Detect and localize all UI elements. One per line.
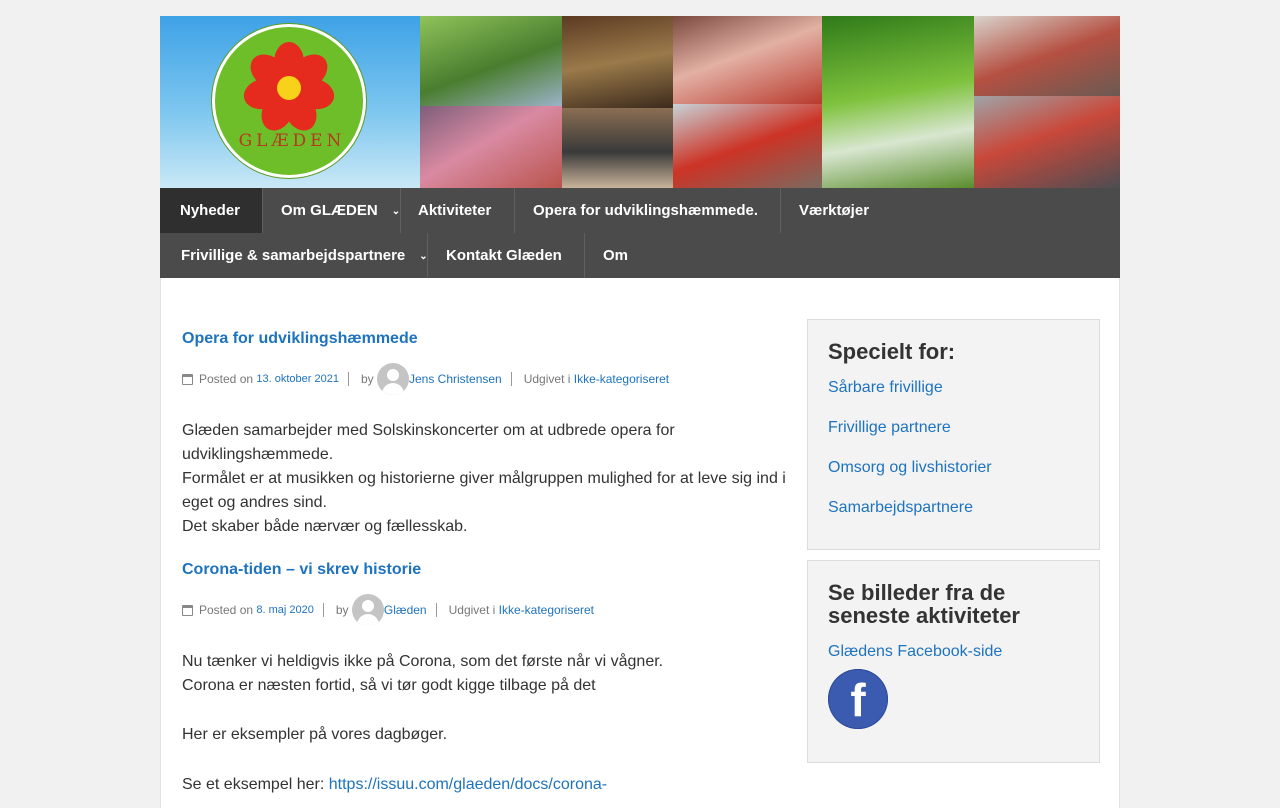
calendar-icon (182, 604, 193, 616)
post-paragraph: Corona er næsten fortid, så vi tør godt … (182, 677, 596, 694)
facebook-page-link[interactable]: Glædens Facebook-side (828, 643, 1079, 661)
post-paragraph: Nu tænker vi heldigvis ikke på Corona, s… (182, 653, 664, 670)
post-date-link[interactable]: 13. oktober 2021 (256, 373, 339, 385)
sidebar-link[interactable]: Samarbejdspartnere (828, 499, 1079, 523)
post-title[interactable]: Opera for udviklingshæmmede (182, 330, 792, 348)
meta-divider (510, 372, 512, 386)
post-text: Se et eksempel her: (182, 776, 329, 793)
page-wrapper: GLÆDEN Nyheder Om GLÆDEN ⌄ Aktiviteter Op… (160, 16, 1120, 278)
sidebar-widget-specielt: Specielt for: Sårbare frivillige Frivill… (807, 319, 1100, 550)
by-label: by (335, 603, 349, 617)
post-date-link[interactable]: 8. maj 2020 (256, 604, 313, 616)
post-body: Glæden samarbejder med Solskinskoncerter… (182, 419, 792, 539)
meta-divider (347, 372, 349, 386)
by-label: by (360, 372, 374, 386)
post-paragraph: Formålet er at musikken og historierne g… (182, 470, 786, 511)
calendar-icon (182, 373, 193, 385)
posted-on-label: Posted on (199, 603, 254, 617)
widget-title: Se billeder fra de seneste aktiviteter (828, 580, 1020, 628)
issuu-link[interactable]: https://issuu.com/glaeden/docs/corona- (329, 776, 607, 793)
sidebar-link[interactable]: Frivillige partnere (828, 419, 1079, 459)
nav-item-opera[interactable]: Opera for udviklingshæmmede. (513, 188, 778, 233)
photo-gathering (974, 16, 1120, 96)
author-avatar[interactable] (351, 594, 384, 626)
nav-label: Om (603, 247, 629, 264)
sidebar-widget-facebook: Se billeder fra de seneste aktiviteter G… (807, 560, 1100, 763)
flower-icon (243, 42, 335, 131)
facebook-glyph: f (850, 674, 866, 726)
post-article: Corona-tiden – vi skrev historie Posted … (182, 561, 792, 797)
category-link[interactable]: Ikke-kategoriseret (499, 603, 594, 617)
nav-item-om-glaeden[interactable]: Om GLÆDEN ⌄ (261, 188, 420, 233)
post-paragraph: Se et eksempel her: https://issuu.com/gl… (182, 773, 792, 797)
header-banner: GLÆDEN (160, 16, 1120, 188)
logo-text: GLÆDEN (238, 131, 346, 151)
post-paragraph: Glæden samarbejder med Solskinskoncerter… (182, 422, 675, 463)
sidebar-link[interactable]: Omsorg og livshistorier (828, 459, 1079, 499)
author-avatar[interactable] (377, 363, 409, 395)
posted-on-label: Posted on (199, 372, 254, 386)
nav-label: Frivillige & samarbejdspartnere (181, 247, 406, 264)
post-paragraph: Her er eksempler på vores dagbøger. (182, 726, 448, 743)
author-link[interactable]: Glæden (384, 603, 427, 617)
post-title[interactable]: Corona-tiden – vi skrev historie (182, 561, 792, 579)
photo-collage (420, 16, 1120, 188)
facebook-icon[interactable]: f (828, 669, 888, 729)
nav-item-nyheder[interactable]: Nyheder (160, 188, 262, 233)
widget-link-list: Sårbare frivillige Frivillige partnere O… (828, 379, 1079, 523)
post-meta: Posted on 8. maj 2020 by Glæden Udgivet … (182, 594, 792, 626)
nav-label: Værktøjer (799, 202, 870, 219)
nav-label: Kontakt Glæden (446, 247, 562, 264)
photo-picnic (822, 16, 974, 188)
nav-item-kontakt[interactable]: Kontakt Glæden (426, 233, 582, 278)
widget-title: Specielt for: (828, 339, 956, 364)
nav-label: Nyheder (180, 202, 241, 219)
post-meta: Posted on 13. oktober 2021 by Jens Chris… (182, 363, 792, 395)
photo-meeting (974, 96, 1120, 188)
logo[interactable]: GLÆDEN (212, 24, 366, 178)
post-body: Nu tænker vi heldigvis ikke på Corona, s… (182, 650, 792, 797)
nav-item-aktiviteter[interactable]: Aktiviteter (398, 188, 511, 233)
meta-divider (435, 603, 437, 617)
meta-divider (322, 603, 324, 617)
nav-label: Om GLÆDEN (281, 202, 378, 219)
nav-label: Aktiviteter (418, 202, 492, 219)
photo-reading (673, 16, 822, 104)
nav-label: Opera for udviklingshæmmede. (533, 202, 759, 219)
post-article: Opera for udviklingshæmmede Posted on 13… (182, 330, 792, 539)
sidebar-link[interactable]: Sårbare frivillige (828, 379, 1079, 419)
photo-group-outdoors (420, 106, 562, 188)
category-label: Udgivet i (523, 372, 571, 386)
nav-item-frivillige[interactable]: Frivillige & samarbejdspartnere ⌄ (161, 233, 448, 278)
photo-speaker (562, 108, 673, 188)
nav-item-vaerktojer[interactable]: Værktøjer (779, 188, 889, 233)
main-navigation: Nyheder Om GLÆDEN ⌄ Aktiviteter Opera for… (160, 188, 1120, 278)
photo-christmas (673, 104, 822, 188)
photo-paintings (562, 16, 673, 108)
nav-item-om[interactable]: Om (583, 233, 648, 278)
logo-area[interactable]: GLÆDEN (160, 16, 420, 188)
content-area: Opera for udviklingshæmmede Posted on 13… (160, 278, 1120, 808)
category-link[interactable]: Ikke-kategoriseret (574, 372, 669, 386)
author-link[interactable]: Jens Christensen (409, 372, 502, 386)
post-paragraph: Det skaber både nærvær og fællesskab. (182, 518, 468, 535)
photo-cyclists (420, 16, 562, 106)
category-label: Udgivet i (448, 603, 496, 617)
